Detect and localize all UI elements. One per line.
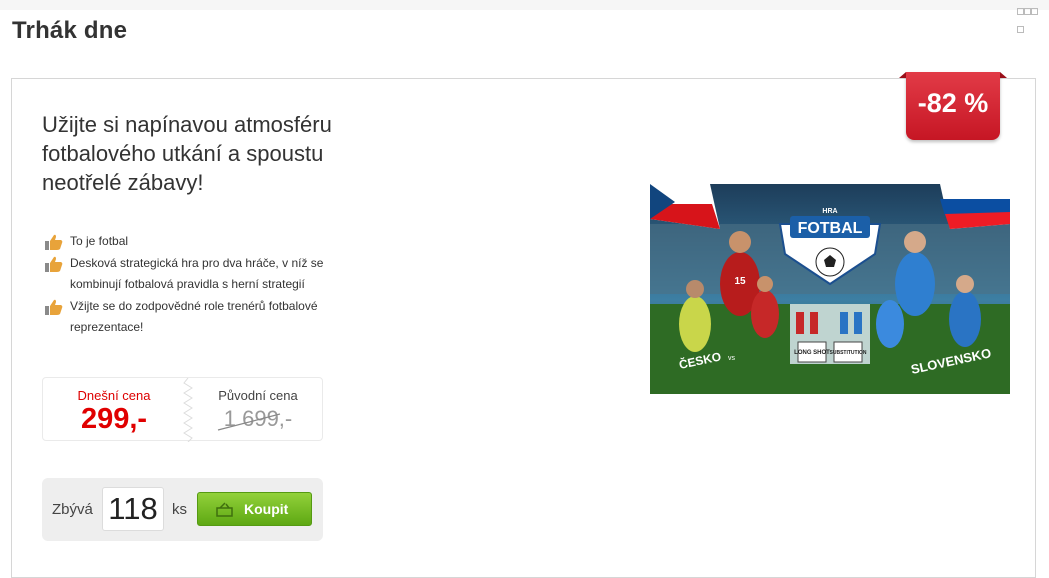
image-tag2-text: SUBSTITUTION [830,350,867,356]
discount-ribbon: -82 % [899,72,1007,140]
product-image[interactable]: HRA FOTBAL LONG SHOT SUBSTITUTION 15 ČES… [650,184,1010,394]
buy-button-label: Koupit [244,501,289,517]
remaining-label: Zbývá [52,501,93,518]
grid-view-icon[interactable] [1017,2,1043,33]
original-price-label: Původní cena [218,388,298,403]
thumbs-up-icon [45,234,63,250]
feature-text: To je fotbal [70,234,129,248]
zigzag-divider [183,378,193,442]
image-tag1-text: LONG SHOT [794,350,830,356]
feature-item: Desková strategická hra pro dva hráče, v… [44,253,344,296]
buy-button[interactable]: Koupit [197,492,312,526]
price-box: Dnešní cena 299,- Původní cena 1 699,- [42,377,323,442]
top-strip [0,0,1049,33]
thumbs-up-icon [45,299,63,315]
discount-badge: -82 % [917,88,989,118]
deal-title: Užijte si napínavou atmosféru fotbalovéh… [42,112,332,195]
feature-text: Vžijte se do zodpovědné role trenérů fot… [70,298,318,335]
buy-bar: Zbývá 118 ks Koupit [42,478,323,541]
feature-list: To je fotbal Desková strategická hra pro… [44,231,344,339]
image-jersey-number: 15 [734,276,746,287]
remaining-count: 118 [102,487,164,531]
product-image-art: HRA FOTBAL LONG SHOT SUBSTITUTION 15 ČES… [650,184,1010,394]
feature-text: Desková strategická hra pro dva hráče, v… [70,255,324,292]
thumbs-up-icon [45,256,63,272]
today-price-label: Dnešní cena [77,388,151,403]
image-title-text: FOTBAL [798,220,863,237]
cart-icon [216,502,233,517]
page-heading: Trhák dne [12,17,128,44]
feature-item: To je fotbal [44,231,344,253]
unit-label: ks [172,501,187,518]
image-vs-text: vs [728,355,736,362]
strikethrough-line [217,413,281,431]
feature-item: Vžijte se do zodpovědné role trenérů fot… [44,296,344,339]
today-price: 299,- [80,403,148,435]
image-brand-text: HRA [822,208,837,215]
